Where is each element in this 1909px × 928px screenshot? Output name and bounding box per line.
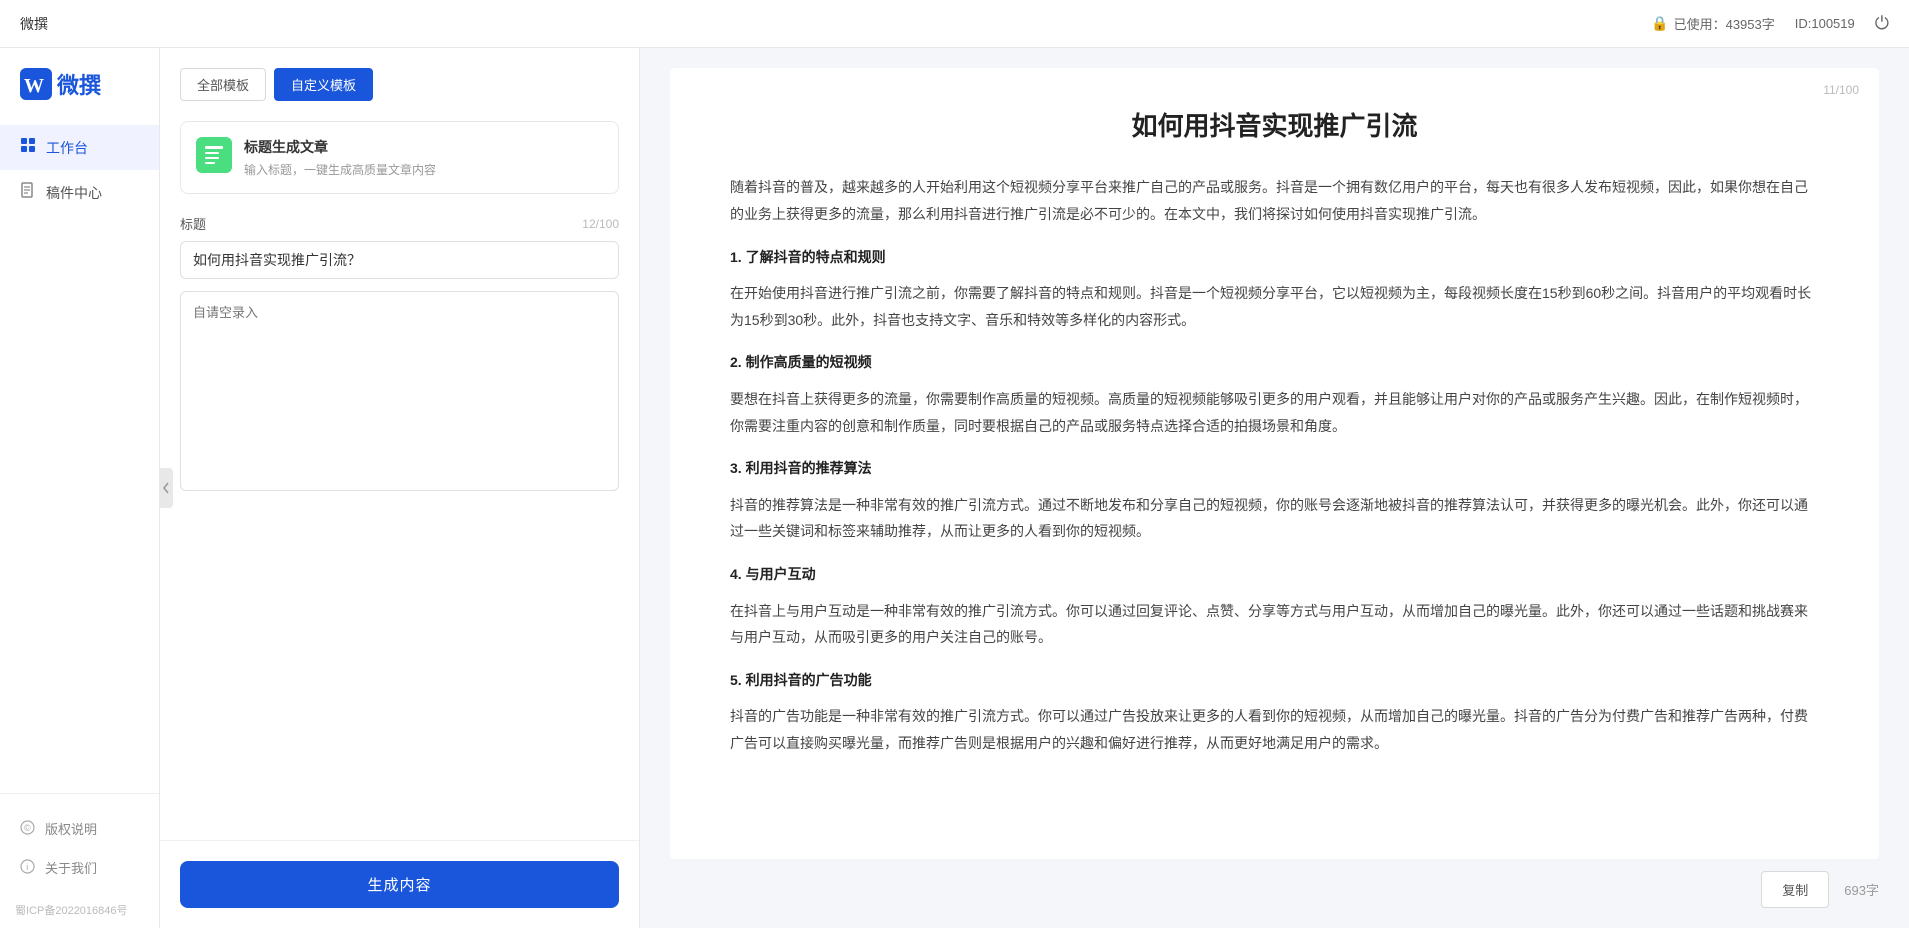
article-section-paragraph: 随着抖音的普及，越来越多的人开始利用这个短视频分享平台来推广自己的产品或服务。抖… <box>730 174 1819 227</box>
svg-text:W: W <box>24 75 44 97</box>
article-section-paragraph: 抖音的广告功能是一种非常有效的推广引流方式。你可以通过广告投放来让更多的人看到你… <box>730 703 1819 756</box>
right-panel: 11/100 如何用抖音实现推广引流 随着抖音的普及，越来越多的人开始利用这个短… <box>640 48 1909 928</box>
about-label: 关于我们 <box>45 858 97 877</box>
article-section-heading: 5. 利用抖音的广告功能 <box>730 667 1819 694</box>
article-footer: 复制 693字 <box>670 859 1879 908</box>
copy-button[interactable]: 复制 <box>1761 871 1829 908</box>
usage-text: 已使用：43953字 <box>1674 14 1775 33</box>
article-section-heading: 3. 利用抖音的推荐算法 <box>730 455 1819 482</box>
divider <box>160 840 639 841</box>
article-section-paragraph: 要想在抖音上获得更多的流量，你需要制作高质量的短视频。高质量的短视频能够吸引更多… <box>730 386 1819 439</box>
sidebar-item-drafts[interactable]: 稿件中心 <box>0 170 159 215</box>
article-section-heading: 4. 与用户互动 <box>730 561 1819 588</box>
template-card-icon <box>196 137 232 173</box>
logout-button[interactable]: ⏻ <box>1875 13 1889 34</box>
sidebar-collapse-button[interactable] <box>159 468 173 508</box>
user-id: ID:100519 <box>1795 16 1855 31</box>
sidebar: W 微撰 工作台 稿件中心 © 版权说明 <box>0 48 160 928</box>
article-section-heading: 1. 了解抖音的特点和规则 <box>730 244 1819 271</box>
title-counter: 12/100 <box>582 217 619 231</box>
title-input[interactable] <box>180 241 619 279</box>
article-section-paragraph: 抖音的推荐算法是一种非常有效的推广引流方式。通过不断地发布和分享自己的短视频，你… <box>730 492 1819 545</box>
article-section-paragraph: 在抖音上与用户互动是一种非常有效的推广引流方式。你可以通过回复评论、点赞、分享等… <box>730 598 1819 651</box>
topbar-usage: 🔒 已使用：43953字 <box>1651 14 1775 33</box>
template-card-info: 标题生成文章 输入标题，一键生成高质量文章内容 <box>244 137 603 178</box>
tab-all-templates[interactable]: 全部模板 <box>180 68 266 101</box>
workbench-label: 工作台 <box>46 138 88 158</box>
copyright-icon: © <box>20 820 35 838</box>
sidebar-item-copyright[interactable]: © 版权说明 <box>0 809 159 848</box>
template-card-desc: 输入标题，一键生成高质量文章内容 <box>244 161 603 178</box>
sidebar-icp: 蜀ICP备2022016846号 <box>0 897 159 928</box>
title-label: 标题 <box>180 214 206 233</box>
sidebar-logo: W 微撰 <box>0 48 159 115</box>
generate-button[interactable]: 生成内容 <box>180 861 619 908</box>
main-layout: W 微撰 工作台 稿件中心 © 版权说明 <box>0 48 1909 928</box>
drafts-label: 稿件中心 <box>46 183 102 203</box>
workbench-icon <box>20 137 36 158</box>
copyright-label: 版权说明 <box>45 819 97 838</box>
template-tabs: 全部模板 自定义模板 <box>180 68 619 101</box>
topbar-title: 微撰 <box>20 14 48 34</box>
logo-icon: W <box>20 68 52 100</box>
topbar: 微撰 🔒 已使用：43953字 ID:100519 ⏻ <box>0 0 1909 48</box>
article-section-paragraph: 在开始使用抖音进行推广引流之前，你需要了解抖音的特点和规则。抖音是一个短视频分享… <box>730 280 1819 333</box>
sidebar-item-workbench[interactable]: 工作台 <box>0 125 159 170</box>
lock-icon: 🔒 <box>1651 15 1668 32</box>
article-page-info: 11/100 <box>1823 83 1859 97</box>
drafts-icon <box>20 182 36 203</box>
article-section-heading: 2. 制作高质量的短视频 <box>730 349 1819 376</box>
form-label-row: 标题 12/100 <box>180 214 619 233</box>
article-body: 随着抖音的普及，越来越多的人开始利用这个短视频分享平台来推广自己的产品或服务。抖… <box>730 174 1819 756</box>
content-area: 全部模板 自定义模板 标题生成文章 输入标题，一键生成高质量文章内容 标题 12… <box>160 48 1909 928</box>
about-icon: i <box>20 859 35 877</box>
content-textarea[interactable] <box>180 291 619 491</box>
left-panel: 全部模板 自定义模板 标题生成文章 输入标题，一键生成高质量文章内容 标题 12… <box>160 48 640 928</box>
svg-text:i: i <box>26 862 28 872</box>
template-card-title: 标题生成文章 <box>244 137 603 157</box>
form-section: 标题 12/100 <box>180 214 619 840</box>
article-title: 如何用抖音实现推广引流 <box>730 108 1819 144</box>
sidebar-bottom: © 版权说明 i 关于我们 <box>0 793 159 897</box>
svg-text:©: © <box>24 823 31 833</box>
sidebar-item-about[interactable]: i 关于我们 <box>0 848 159 887</box>
topbar-right: 🔒 已使用：43953字 ID:100519 ⏻ <box>1651 13 1889 34</box>
word-count: 693字 <box>1844 880 1879 899</box>
template-card[interactable]: 标题生成文章 输入标题，一键生成高质量文章内容 <box>180 121 619 194</box>
article-container[interactable]: 11/100 如何用抖音实现推广引流 随着抖音的普及，越来越多的人开始利用这个短… <box>670 68 1879 859</box>
logo-text: 微撰 <box>57 68 101 100</box>
sidebar-nav: 工作台 稿件中心 <box>0 115 159 793</box>
tab-custom-templates[interactable]: 自定义模板 <box>274 68 373 101</box>
